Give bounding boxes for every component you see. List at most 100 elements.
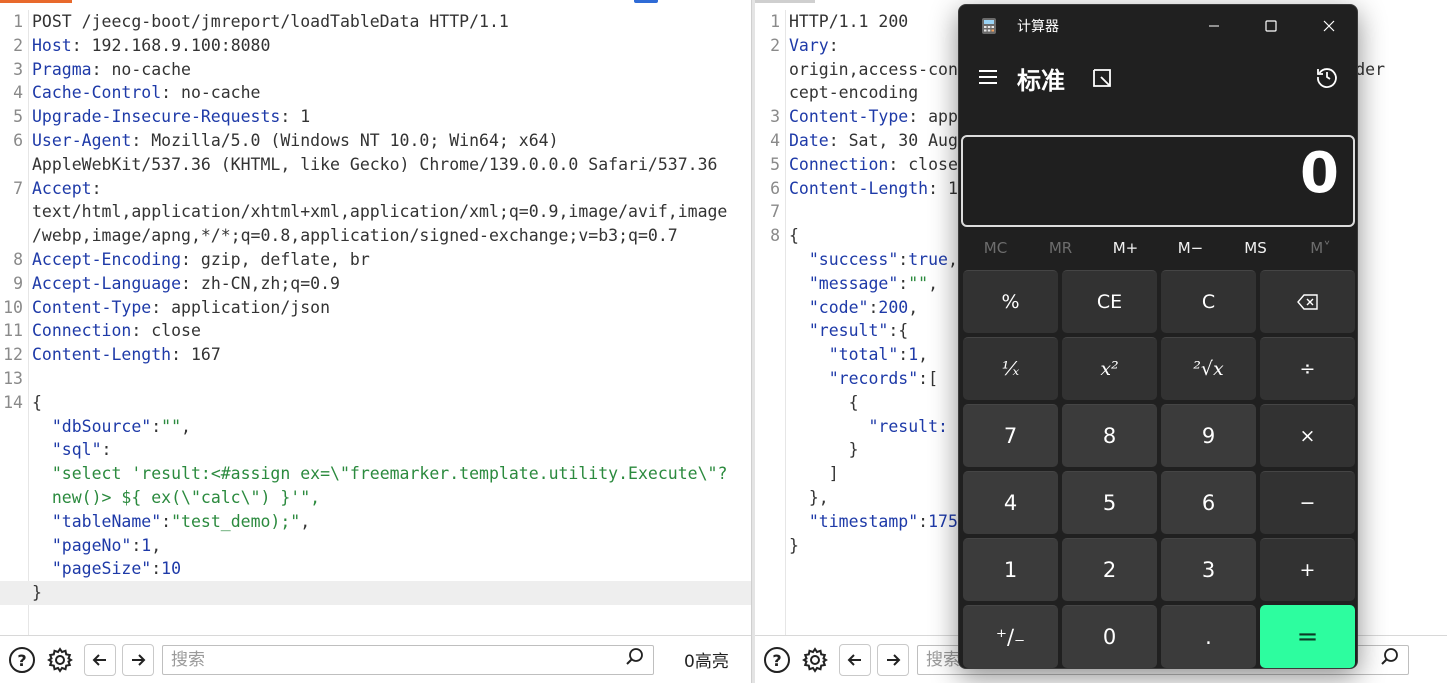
decimal-key[interactable]: . — [1161, 605, 1256, 668]
digit-7-key[interactable]: 7 — [963, 404, 1058, 467]
json-value: 1 — [141, 535, 152, 555]
code-fragment: ] — [789, 464, 839, 484]
code-line: "dbSource":"", — [0, 415, 751, 439]
square-root-key[interactable]: ²√x — [1161, 337, 1256, 400]
code-text: new()> ${ ex(\"calc\") }'", — [26, 486, 751, 510]
history-icon[interactable] — [1315, 65, 1339, 93]
code-line: 4 Cache-Control: no-cache — [0, 81, 751, 105]
digit-1-key[interactable]: 1 — [963, 538, 1058, 601]
json-punct: , — [908, 297, 919, 317]
header-value: : 1 — [928, 178, 958, 198]
active-tab-indicator[interactable] — [0, 0, 72, 3]
calculator-window[interactable]: 计算器 标准 0 MC MR M+ M− MS M˅ % CE C ¹⁄ₓ x² ²√x ÷ 7 8 9 × 4… — [958, 4, 1358, 669]
digit-8-key[interactable]: 8 — [1062, 404, 1157, 467]
settings-gear-icon[interactable] — [45, 645, 75, 675]
square-key[interactable]: x² — [1062, 337, 1157, 400]
request-editor[interactable]: 1 POST /jeecg-boot/jmreport/loadTableData… — [0, 10, 751, 635]
memory-button-m[interactable]: M− — [1158, 235, 1223, 261]
code-line: 14 { — [0, 391, 751, 415]
settings-gear-icon[interactable] — [800, 645, 830, 675]
line-number — [757, 81, 783, 105]
calculator-titlebar[interactable]: 计算器 — [959, 5, 1357, 47]
memory-button-m[interactable]: M+ — [1093, 235, 1158, 261]
digit-2-key[interactable]: 2 — [1062, 538, 1157, 601]
line-number: 1 — [13, 12, 23, 31]
request-search-input[interactable] — [171, 649, 625, 670]
line-number: 2 — [770, 35, 780, 55]
digit-5-key[interactable]: 5 — [1062, 471, 1157, 534]
previous-match-button[interactable] — [84, 643, 116, 676]
digit-4-key[interactable]: 4 — [963, 471, 1058, 534]
code-text: Host: 192.168.9.100:8080 — [26, 34, 751, 58]
header-name: Cache-Control — [32, 83, 162, 103]
request-search-box[interactable] — [162, 644, 654, 675]
json-punct: { — [898, 321, 909, 341]
code-text: /webp,image/apng,*/*;q=0.8,application/s… — [26, 224, 751, 248]
code-text: Connection: close — [26, 319, 751, 343]
code-text: Content-Type: application/json — [26, 296, 751, 320]
line-number — [0, 486, 26, 510]
digit-6-key[interactable]: 6 — [1161, 471, 1256, 534]
header-name: Connection — [32, 321, 132, 341]
memory-button-mc[interactable]: MC — [963, 235, 1028, 261]
help-icon[interactable]: ? — [7, 645, 37, 675]
line-number — [757, 319, 783, 343]
multiply-key[interactable]: × — [1260, 404, 1355, 467]
header-name: User-Agent — [32, 130, 132, 150]
subtract-key[interactable]: − — [1260, 471, 1355, 534]
code-fragment: AppleWebKit/537.36 (KHTML, like Gecko) C… — [32, 154, 718, 174]
line-number — [0, 581, 26, 605]
view-toggle-indicator[interactable] — [634, 0, 658, 3]
line-number — [0, 534, 26, 558]
minimize-button[interactable] — [1186, 5, 1242, 47]
calculator-display[interactable]: 0 — [961, 135, 1355, 227]
hamburger-menu-icon[interactable] — [977, 67, 999, 91]
digit-9-key[interactable]: 9 — [1161, 404, 1256, 467]
code-line: 5 Upgrade-Insecure-Requests: 1 — [0, 105, 751, 129]
clear-key[interactable]: C — [1161, 270, 1256, 333]
percent-key[interactable]: % — [963, 270, 1058, 333]
header-value: : no-cache — [161, 83, 261, 103]
calculator-title: 计算器 — [1017, 19, 1059, 35]
json-key: "dbSource" — [51, 416, 152, 436]
search-icon — [1380, 647, 1400, 672]
add-key[interactable]: + — [1260, 538, 1355, 601]
reciprocal-key[interactable]: ¹⁄ₓ — [963, 337, 1058, 400]
backspace-key[interactable] — [1260, 270, 1355, 333]
digit-3-key[interactable]: 3 — [1161, 538, 1256, 601]
json-separator: : — [898, 345, 909, 365]
code-text: Content-Length: 167 — [26, 343, 751, 367]
previous-match-button[interactable] — [839, 643, 871, 676]
line-number: 7 — [13, 178, 23, 198]
close-button[interactable] — [1301, 5, 1357, 47]
calculator-keypad: % CE C ¹⁄ₓ x² ²√x ÷ 7 8 9 × 4 5 6− 1 2 3 + ⁺∕₋ 0. = — [963, 270, 1355, 668]
code-text: Accept: — [26, 177, 751, 201]
search-icon — [625, 647, 645, 672]
help-icon[interactable]: ? — [762, 645, 792, 675]
json-string: "select 'result:<#assign ex=\"freemarker… — [51, 464, 728, 484]
memory-button-m[interactable]: M˅ — [1288, 235, 1353, 261]
maximize-button[interactable] — [1243, 5, 1299, 47]
response-tab-indicator[interactable] — [755, 0, 815, 3]
header-value: : no-cache — [91, 59, 191, 79]
digit-0-key[interactable]: 0 — [1062, 605, 1157, 668]
negate-key[interactable]: ⁺∕₋ — [963, 605, 1058, 668]
json-value: 10 — [161, 559, 182, 579]
clear-entry-key[interactable]: CE — [1062, 270, 1157, 333]
memory-button-mr[interactable]: MR — [1028, 235, 1093, 261]
json-separator: : — [898, 249, 909, 269]
memory-button-ms[interactable]: MS — [1223, 235, 1288, 261]
divide-key[interactable]: ÷ — [1260, 337, 1355, 400]
equals-key[interactable]: = — [1260, 605, 1355, 668]
line-number — [0, 415, 26, 439]
json-separator: : — [888, 321, 899, 341]
header-name: Content-Length — [789, 178, 929, 198]
next-match-button[interactable] — [877, 643, 909, 676]
calculator-header: 标准 — [959, 57, 1357, 101]
header-value: : zh-CN,zh;q=0.9 — [181, 273, 340, 293]
keep-on-top-icon[interactable] — [1091, 67, 1113, 93]
next-match-button[interactable] — [122, 643, 154, 676]
